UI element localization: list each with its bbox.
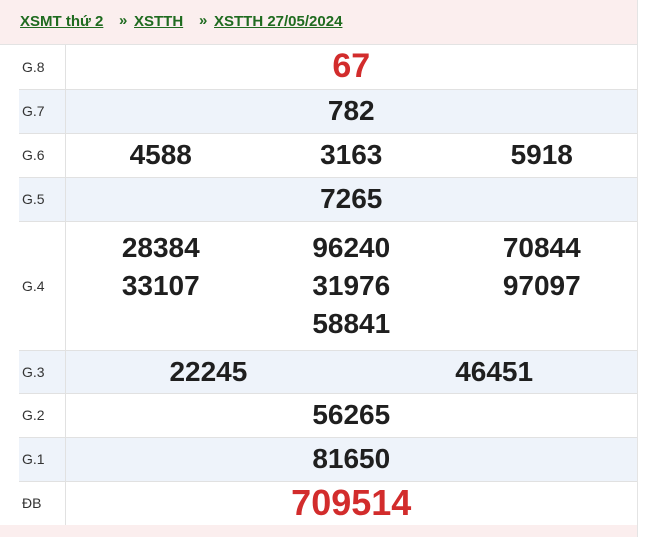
prize-values: 4588 3163 5918 [65, 133, 637, 178]
prize-row-g8: G.8 67 [19, 45, 637, 90]
prize-label: G.2 [19, 393, 66, 438]
prize-label: G.4 [19, 221, 66, 351]
prize-number: 58841 [312, 307, 391, 339]
prize-number: 70844 [502, 231, 581, 263]
prize-number: 7265 [320, 183, 383, 214]
prize-label: G.7 [19, 89, 66, 134]
results-table: G.8 67 G.7 782 G.6 4588 3163 5918 G.5 72… [19, 45, 637, 526]
prize-number: 3163 [320, 139, 383, 170]
prize-number: 782 [327, 95, 375, 126]
prize-values: 67 [65, 45, 637, 90]
prize-label: ĐB [19, 481, 66, 526]
prize-label: G.3 [19, 350, 66, 394]
prize-row-special: ĐB 709514 [19, 481, 637, 526]
breadcrumb-separator: » [199, 12, 208, 29]
prize-values: 7265 [65, 177, 637, 222]
prize-row-g4: G.4 28384 96240 70844 33107 31976 97097 … [19, 221, 637, 351]
prize-number: 97097 [502, 269, 581, 301]
prize-row-g2: G.2 56265 [19, 393, 637, 438]
prize-row-g3: G.3 22245 46451 [19, 350, 637, 394]
breadcrumb-separator: » [119, 12, 128, 29]
prize-number: 96240 [312, 231, 391, 263]
prize-label: G.8 [19, 45, 66, 90]
prize-values: 709514 [65, 481, 637, 526]
special-prize-number: 709514 [291, 482, 412, 523]
prize-values: 22245 46451 [65, 350, 637, 394]
prize-label: G.1 [19, 437, 66, 482]
prize-label: G.6 [19, 133, 66, 178]
prize-number: 81650 [312, 443, 391, 474]
prize-number: 22245 [169, 355, 248, 387]
prize-values: 782 [65, 89, 637, 134]
prize-number: 67 [332, 47, 371, 86]
breadcrumb-xstth-date[interactable]: XSTTH 27/05/2024 [214, 13, 342, 30]
prize-number: 5918 [510, 139, 573, 170]
results-frame: XSMT thứ 2 » XSTTH » XSTTH 27/05/2024 G.… [0, 0, 638, 537]
prize-row-g7: G.7 782 [19, 89, 637, 134]
prize-values: 56265 [65, 393, 637, 438]
breadcrumb-xstth[interactable]: XSTTH [134, 13, 183, 30]
prize-number: 46451 [455, 355, 534, 387]
prize-row-g1: G.1 81650 [19, 437, 637, 482]
prize-number: 28384 [121, 231, 200, 263]
prize-number: 33107 [121, 269, 200, 301]
breadcrumb-xsmt-thu-2[interactable]: XSMT thứ 2 [20, 13, 103, 30]
prize-row-g5: G.5 7265 [19, 177, 637, 222]
breadcrumb: XSMT thứ 2 » XSTTH » XSTTH 27/05/2024 [0, 0, 637, 45]
prize-values: 28384 96240 70844 33107 31976 97097 5884… [65, 221, 637, 351]
prize-number: 31976 [312, 269, 391, 301]
bottom-strip [0, 525, 637, 537]
prize-number: 4588 [129, 139, 192, 170]
prize-values: 81650 [65, 437, 637, 482]
prize-number: 56265 [312, 399, 391, 430]
prize-row-g6: G.6 4588 3163 5918 [19, 133, 637, 178]
prize-label: G.5 [19, 177, 66, 222]
